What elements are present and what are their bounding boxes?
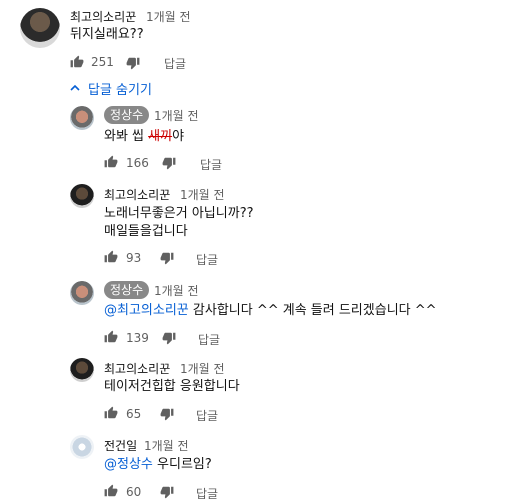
censored-word: 새끼 [148, 129, 173, 144]
reply-time[interactable]: 1개월 전 [154, 282, 199, 299]
reply-text: @최고의소리꾼 감사합니다 ^^ 계속 들려 드리겠습니다 ^^ [104, 302, 437, 320]
thumbs-up-icon[interactable] [104, 484, 118, 498]
avatar[interactable] [70, 184, 94, 208]
like-count: 139 [126, 331, 149, 345]
author-badge[interactable]: 정상수 [104, 281, 150, 299]
chevron-up-icon[interactable] [70, 83, 80, 93]
reply-text: 와봐 씹 새끼야 [104, 128, 184, 146]
avatar[interactable] [70, 281, 94, 305]
like-count: 93 [126, 251, 142, 265]
thumbs-down-icon[interactable] [160, 485, 174, 499]
thumbs-down-icon[interactable] [160, 251, 174, 265]
comment-author[interactable]: 최고의소리꾼 [70, 8, 136, 25]
mention-link[interactable]: @최고의소리꾼 [104, 303, 189, 318]
like-count: 251 [91, 55, 114, 69]
reply-author[interactable]: 전건일 [104, 437, 137, 454]
thumbs-up-icon[interactable] [104, 330, 118, 344]
reply-time[interactable]: 1개월 전 [154, 107, 199, 124]
reply-text-part: 우디르임? [152, 457, 212, 472]
thumbs-down-icon[interactable] [162, 156, 176, 170]
reply-button[interactable]: 답글 [164, 55, 186, 72]
reply-text: @정상수 우디르임? [104, 456, 212, 474]
like-count: 60 [126, 485, 142, 499]
reply-time[interactable]: 1개월 전 [180, 360, 225, 377]
reply-text-part: 감사합니다 ^^ 계속 들려 드리겠습니다 ^^ [188, 303, 437, 318]
reply-button[interactable]: 답글 [196, 485, 218, 502]
reply-author[interactable]: 최고의소리꾼 [104, 360, 170, 377]
avatar[interactable] [70, 435, 94, 459]
reply-time[interactable]: 1개월 전 [144, 437, 189, 454]
reply-text: 테이저건힙합 응원합니다 [104, 379, 240, 394]
comment-text: 뒤지실래요?? [70, 27, 144, 42]
thumbs-up-icon[interactable] [104, 155, 118, 169]
thumbs-up-icon[interactable] [70, 55, 84, 69]
thumbs-up-icon[interactable] [104, 406, 118, 420]
author-badge[interactable]: 정상수 [104, 106, 150, 124]
comment-time[interactable]: 1개월 전 [146, 8, 191, 25]
mention-link[interactable]: @정상수 [104, 457, 153, 472]
reply-button[interactable]: 답글 [196, 251, 218, 268]
reply-text-line: 매일들을겁니다 [104, 224, 188, 239]
reply-text-part: 와봐 씹 [104, 129, 149, 144]
like-count: 65 [126, 407, 142, 421]
avatar[interactable] [70, 106, 94, 130]
like-count: 166 [126, 156, 149, 170]
avatar[interactable] [70, 358, 94, 382]
thumbs-down-icon[interactable] [126, 56, 140, 70]
thumbs-down-icon[interactable] [160, 407, 174, 421]
reply-text-line: 노래너무좋은거 아닙니까?? [104, 206, 254, 221]
reply-button[interactable]: 답글 [200, 156, 222, 173]
reply-text-part: 야 [172, 129, 185, 144]
thumbs-up-icon[interactable] [104, 250, 118, 264]
reply-button[interactable]: 답글 [198, 331, 220, 348]
reply-time[interactable]: 1개월 전 [180, 186, 225, 203]
hide-replies-toggle[interactable]: 답글 숨기기 [88, 79, 152, 98]
thumbs-down-icon[interactable] [162, 331, 176, 345]
reply-button[interactable]: 답글 [196, 407, 218, 424]
reply-author[interactable]: 최고의소리꾼 [104, 186, 170, 203]
avatar[interactable] [20, 8, 60, 48]
